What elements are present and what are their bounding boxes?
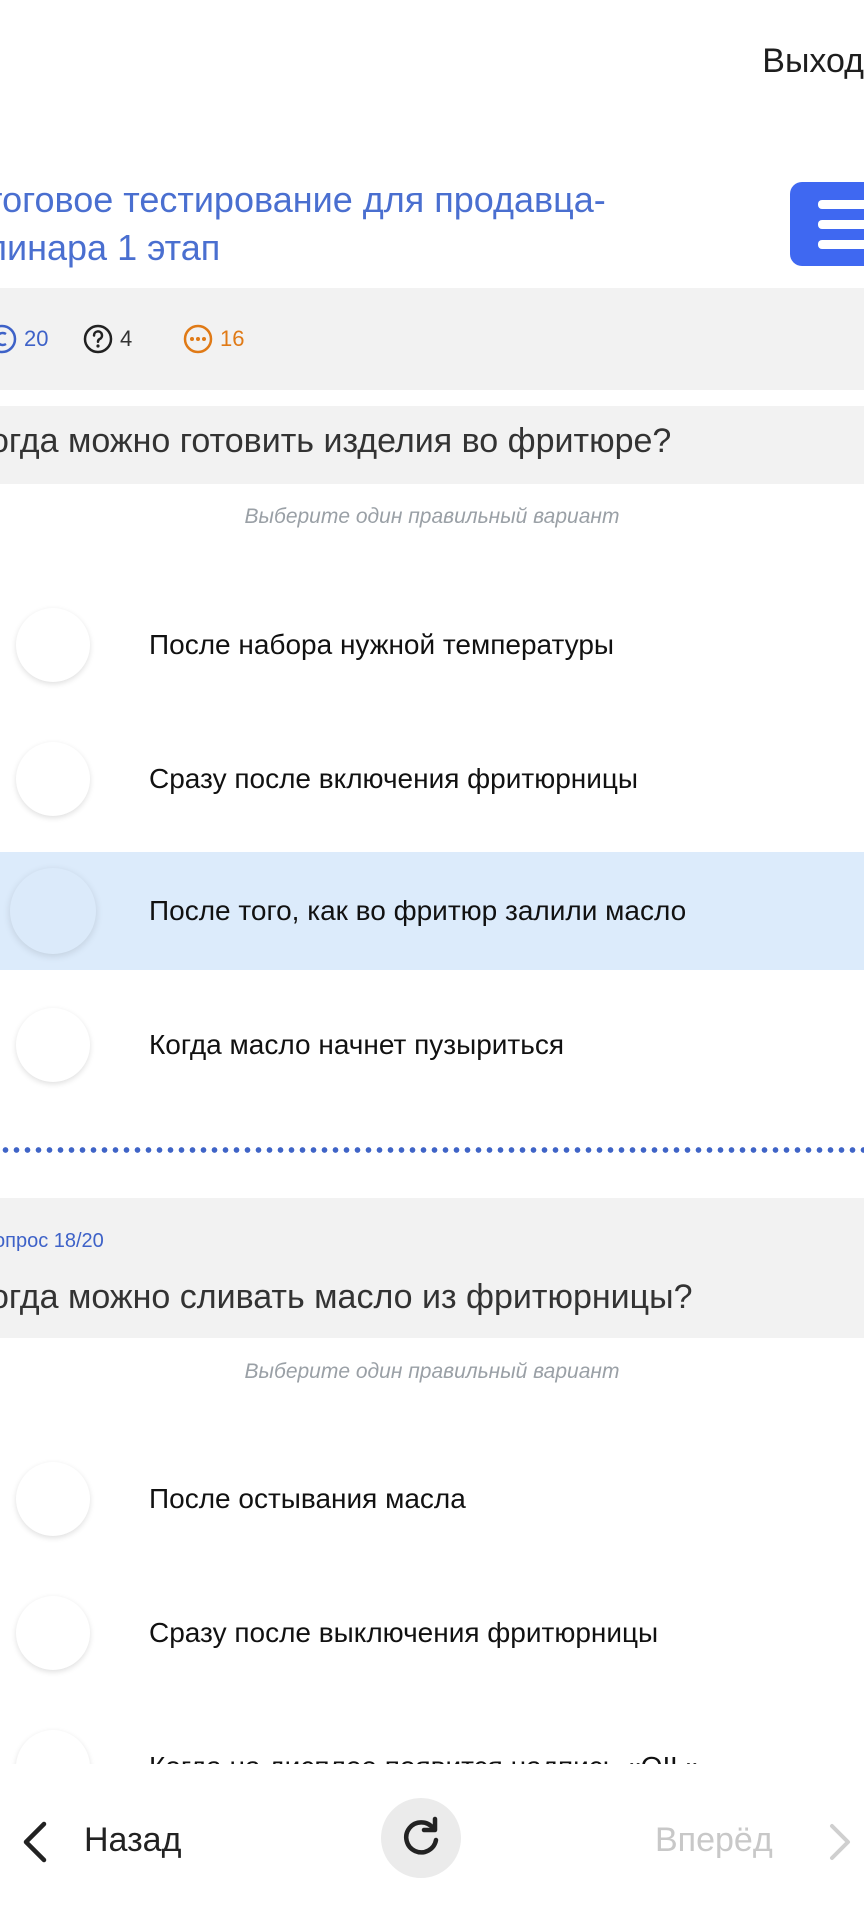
page-title-line-2: линара 1 этап xyxy=(0,227,221,268)
question-icon xyxy=(83,324,113,354)
page-title: тоговое тестирование для продавца- линар… xyxy=(0,176,686,272)
answer-option-selected[interactable]: После того, как во фритюр залили масло xyxy=(0,852,864,970)
radio-button[interactable] xyxy=(16,1596,90,1670)
radio-button[interactable] xyxy=(16,1730,90,1764)
menu-button[interactable] xyxy=(790,182,864,266)
radio-button[interactable] xyxy=(16,608,90,682)
stat-answered-value: 20 xyxy=(24,326,49,351)
question-hint: Выберите один правильный вариант xyxy=(244,505,620,528)
radio-button[interactable] xyxy=(16,1008,90,1082)
answer-option[interactable]: Когда масло начнет пузыриться xyxy=(0,986,864,1104)
stat-questions-value: 4 xyxy=(120,326,133,351)
answer-option-label: После того, как во фритюр залили масло xyxy=(149,895,687,926)
answer-option-label: Сразу после включения фритюрницы xyxy=(149,763,639,794)
question-divider xyxy=(0,1146,864,1154)
radio-button[interactable] xyxy=(16,1462,90,1536)
answer-option[interactable]: Сразу после выключения фритюрницы xyxy=(0,1574,864,1692)
stat-questions: 4 xyxy=(82,322,132,356)
stat-remaining-value: 16 xyxy=(220,326,245,351)
stat-remaining: 16 xyxy=(182,322,244,356)
question-header: огда можно готовить изделия во фритюре? xyxy=(0,406,864,484)
stats-bar: 20 4 16 xyxy=(0,288,864,390)
bottom-nav: Назад Вперёд xyxy=(0,1764,864,1920)
exit-button[interactable]: Выход xyxy=(694,36,864,86)
reload-button[interactable] xyxy=(381,1798,461,1878)
answer-option[interactable]: Когда на дисплее появится надпись «OIL» xyxy=(0,1718,864,1764)
more-icon xyxy=(183,324,213,354)
answer-option-label: Когда масло начнет пузыриться xyxy=(149,1029,564,1060)
back-button-label: Назад xyxy=(84,1821,182,1859)
answer-option[interactable]: После набора нужной температуры xyxy=(0,586,864,704)
stat-answered: 20 xyxy=(0,322,48,356)
answer-option[interactable]: Сразу после включения фритюрницы xyxy=(0,720,864,838)
chevron-right-icon xyxy=(830,1824,850,1860)
question-text: огда можно готовить изделия во фритюре? xyxy=(0,422,672,460)
chevron-left-icon xyxy=(23,1821,47,1863)
answered-icon xyxy=(0,324,17,354)
reload-icon xyxy=(404,1816,439,1855)
question-header: опрос 18/20 огда можно сливать масло из … xyxy=(0,1198,864,1338)
forward-button-label: Вперёд xyxy=(655,1821,773,1859)
question-text: огда можно сливать масло из фритюрницы? xyxy=(0,1278,693,1316)
question-hint: Выберите один правильный вариант xyxy=(244,1360,620,1383)
answer-option-label: После набора нужной температуры xyxy=(149,629,615,660)
question-number: опрос 18/20 xyxy=(0,1230,104,1252)
page-title-line-1: тоговое тестирование для продавца- xyxy=(0,179,606,220)
answer-option-label: Когда на дисплее появится надпись «OIL» xyxy=(149,1718,701,1764)
radio-button[interactable] xyxy=(16,742,90,816)
radio-button[interactable] xyxy=(10,868,96,954)
scroll-clip: Когда на дисплее появится надпись «OIL» xyxy=(0,1718,864,1764)
answer-option[interactable]: После остывания масла xyxy=(0,1440,864,1558)
answer-option-label: После остывания масла xyxy=(149,1483,466,1514)
answer-option-label: Сразу после выключения фритюрницы xyxy=(149,1617,659,1648)
